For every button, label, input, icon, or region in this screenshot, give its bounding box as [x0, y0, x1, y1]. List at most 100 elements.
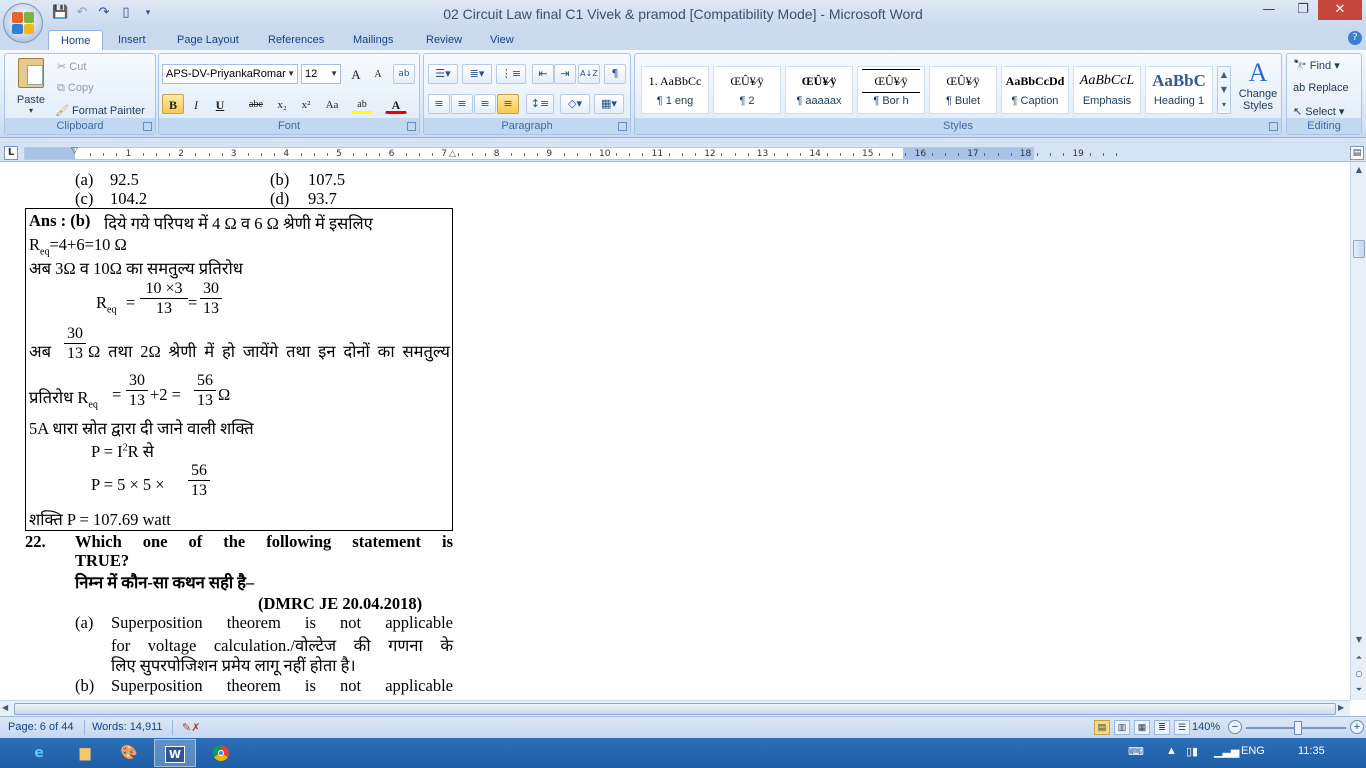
paragraph-launcher-icon[interactable] — [618, 122, 627, 131]
multilevel-list-icon[interactable]: ⋮≡ — [496, 64, 526, 84]
tab-mailings[interactable]: Mailings — [341, 30, 405, 50]
sort-icon[interactable]: A↓Z — [578, 64, 600, 84]
grow-font-button[interactable]: A — [345, 64, 367, 84]
font-color-button[interactable]: A — [385, 94, 407, 114]
change-styles-button[interactable]: A Change Styles — [1235, 58, 1281, 118]
full-screen-reading-icon[interactable]: ▥ — [1114, 720, 1130, 735]
restore-button[interactable]: ❐ — [1288, 0, 1318, 20]
superscript-button[interactable]: x² — [295, 94, 317, 114]
chrome-icon[interactable] — [200, 739, 242, 767]
show-hidden-icons-icon[interactable]: ▲ — [1166, 745, 1177, 757]
style-heading-1[interactable]: AaBbC Heading 1 — [1145, 66, 1213, 114]
tab-home[interactable]: Home — [48, 30, 104, 50]
line-spacing-icon[interactable]: ↕≡ — [526, 94, 554, 114]
draft-view-icon[interactable]: ☰ — [1174, 720, 1190, 735]
scroll-right-icon[interactable]: ▶ — [1338, 703, 1344, 712]
clock[interactable]: 11:35 — [1298, 745, 1325, 757]
format-painter-button[interactable]: 🖌 Format Painter — [55, 104, 145, 117]
indent-marker-icon[interactable]: ▽ — [71, 146, 78, 156]
decrease-indent-icon[interactable]: ⇤ — [532, 64, 554, 84]
tab-page-layout[interactable]: Page Layout — [165, 30, 251, 50]
style-1-eng[interactable]: 1. AaBbCc ¶ 1 eng — [641, 66, 709, 114]
select-button[interactable]: ↖ Select ▾ — [1293, 105, 1344, 118]
justify-icon[interactable]: ≡ — [497, 94, 519, 114]
copy-button[interactable]: ⧉ Copy — [57, 82, 94, 95]
style-bulet[interactable]: ŒÛ¥⁄ÿ ¶ Bulet — [929, 66, 997, 114]
document-area[interactable]: (a) 92.5 (b) 107.5 (c) 104.2 (d) 93.7 An… — [0, 162, 1350, 700]
tab-review[interactable]: Review — [414, 30, 474, 50]
signal-icon[interactable]: ▁▃▅ — [1214, 745, 1239, 758]
change-case-button[interactable]: Aa — [319, 94, 345, 114]
subscript-button[interactable]: x₂ — [271, 94, 293, 114]
zoom-slider-thumb[interactable] — [1294, 721, 1302, 735]
cut-button[interactable]: ✂ Cut — [57, 60, 86, 73]
borders-icon[interactable]: ▦▾ — [594, 94, 624, 114]
italic-button[interactable]: I — [185, 94, 207, 114]
find-button[interactable]: 🔭 Find ▾ — [1293, 59, 1340, 72]
styles-scroll[interactable]: ▲ ▼ ▾ — [1217, 66, 1231, 114]
tab-view[interactable]: View — [478, 30, 526, 50]
view-ruler-icon[interactable]: ▤ — [1350, 146, 1364, 160]
style-2[interactable]: ŒÛ¥⁄ÿ ¶ 2 — [713, 66, 781, 114]
horizontal-scroll-thumb[interactable] — [14, 703, 1336, 715]
style-caption[interactable]: AaBbCcDd ¶ Caption — [1001, 66, 1069, 114]
zoom-slider[interactable] — [1246, 721, 1346, 735]
align-center-icon[interactable]: ≡ — [451, 94, 473, 114]
show-formatting-icon[interactable]: ¶ — [604, 64, 626, 84]
shading-icon[interactable]: ◇▾ — [560, 94, 590, 114]
underline-button[interactable]: U — [209, 94, 231, 114]
minimize-button[interactable]: — — [1254, 0, 1284, 20]
clipboard-launcher-icon[interactable] — [143, 122, 152, 131]
zoom-level[interactable]: 140% — [1192, 721, 1220, 733]
horizontal-ruler[interactable]: 1 2 3 4 5 6 7 8 9 10 11 12 13 14 15 16 17 18 19 ▽ △ — [24, 146, 1117, 160]
print-layout-view-icon[interactable]: ▤ — [1094, 720, 1110, 735]
replace-button[interactable]: ab Replace — [1293, 82, 1349, 94]
scroll-up-icon[interactable]: ▲ — [1353, 164, 1365, 176]
close-button[interactable]: ✕ — [1318, 0, 1362, 20]
strikethrough-button[interactable]: abe — [243, 94, 269, 114]
file-explorer-icon[interactable]: ▆ — [64, 739, 106, 767]
scroll-down-icon[interactable]: ▼ — [1353, 634, 1365, 646]
browse-object-icon[interactable]: ○ — [1353, 668, 1365, 680]
zoom-out-icon[interactable]: − — [1228, 720, 1242, 734]
word-count[interactable]: Words: 14,911 — [92, 721, 163, 733]
align-right-icon[interactable]: ≡ — [474, 94, 496, 114]
vertical-scrollbar[interactable]: ▲ ▼ ⏶ ○ ⏷ — [1350, 162, 1366, 700]
internet-explorer-icon[interactable]: e — [18, 739, 60, 767]
numbering-icon[interactable]: ≣▾ — [462, 64, 492, 84]
highlight-button[interactable]: ab — [351, 94, 373, 114]
vertical-scroll-thumb[interactable] — [1353, 240, 1365, 258]
bold-button[interactable]: B — [162, 94, 184, 114]
zoom-in-icon[interactable]: + — [1350, 720, 1364, 734]
horizontal-scrollbar[interactable]: ◀ ▶ — [0, 700, 1350, 716]
help-icon[interactable]: ? — [1348, 31, 1362, 45]
font-name-combo[interactable]: APS-DV-PriyankaRomar ▼ — [162, 64, 298, 84]
language-indicator[interactable]: ENG — [1241, 745, 1265, 757]
network-icon[interactable]: ▯▮ — [1186, 745, 1198, 758]
proofing-icon[interactable]: ✎✗ — [182, 721, 200, 734]
style-bor-h[interactable]: ŒÛ¥⁄ÿ ¶ Bor h — [857, 66, 925, 114]
page-count[interactable]: Page: 6 of 44 — [8, 721, 73, 733]
previous-page-icon[interactable]: ⏶ — [1353, 652, 1365, 664]
keyboard-icon[interactable]: ⌨ — [1128, 745, 1144, 758]
paint-icon[interactable]: 🎨 — [108, 739, 150, 767]
paste-button[interactable]: Paste ▾ — [11, 58, 51, 116]
align-left-icon[interactable]: ≡ — [428, 94, 450, 114]
outline-view-icon[interactable]: ≣ — [1154, 720, 1170, 735]
tab-selector[interactable]: L — [4, 146, 18, 160]
web-layout-icon[interactable]: ▦ — [1134, 720, 1150, 735]
shrink-font-button[interactable]: A — [367, 64, 389, 84]
next-page-icon[interactable]: ⏷ — [1353, 684, 1365, 696]
word-taskbar-icon[interactable]: W — [154, 739, 196, 767]
scroll-left-icon[interactable]: ◀ — [2, 703, 8, 712]
styles-launcher-icon[interactable] — [1269, 122, 1278, 131]
increase-indent-icon[interactable]: ⇥ — [554, 64, 576, 84]
tab-insert[interactable]: Insert — [106, 30, 158, 50]
office-button[interactable] — [3, 3, 43, 43]
bullets-icon[interactable]: ☰▾ — [428, 64, 458, 84]
clear-formatting-button[interactable]: ab — [393, 64, 415, 84]
font-size-combo[interactable]: 12 ▼ — [301, 64, 341, 84]
tab-references[interactable]: References — [256, 30, 336, 50]
style-aaaaax[interactable]: ŒÛ¥⁄ÿ ¶ aaaaax — [785, 66, 853, 114]
font-launcher-icon[interactable] — [407, 122, 416, 131]
